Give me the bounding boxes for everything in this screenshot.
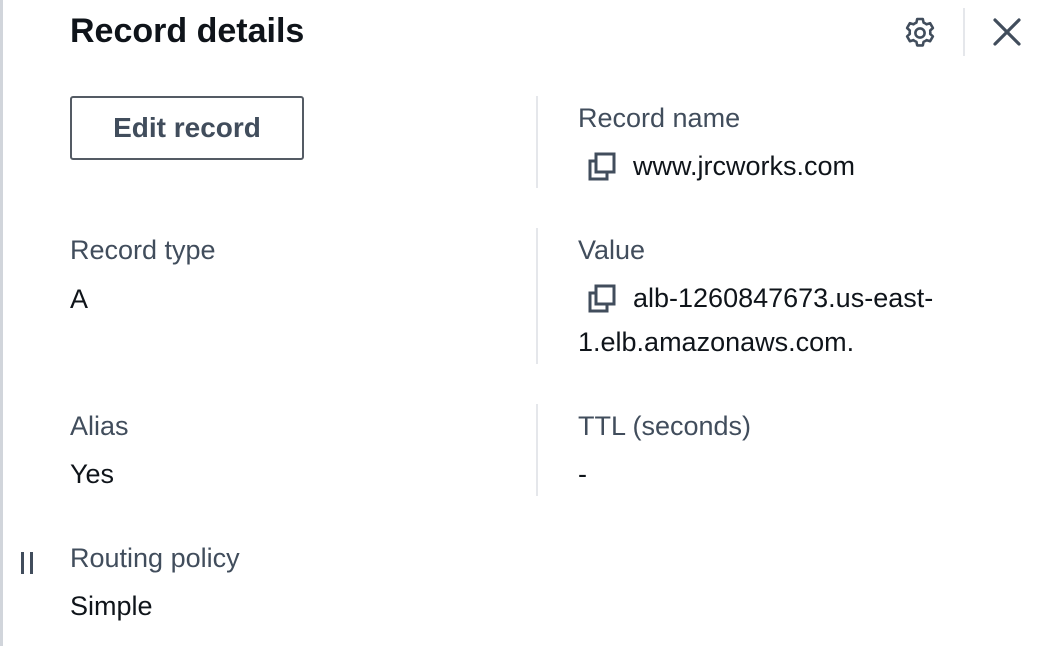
record-name-value: www.jrcworks.com: [633, 151, 856, 181]
routing-policy-label: Routing policy: [70, 543, 240, 573]
gear-icon: [905, 17, 935, 47]
record-details-panel: Record details Edit record Record name w…: [0, 0, 1062, 646]
edit-record-button[interactable]: Edit record: [70, 96, 304, 160]
settings-button[interactable]: [901, 14, 939, 52]
value-label: Value: [578, 235, 646, 265]
ttl-label: TTL (seconds): [578, 411, 752, 441]
column-divider: [536, 404, 538, 496]
column-divider: [536, 228, 538, 364]
routing-policy-value: Simple: [70, 591, 153, 621]
page-title: Record details: [70, 12, 305, 50]
value-text-line2: 1.elb.amazonaws.com.: [578, 327, 855, 357]
resize-handle-icon[interactable]: [17, 549, 37, 577]
copy-icon[interactable]: [587, 152, 617, 182]
ttl-value: -: [578, 459, 587, 489]
record-name-label: Record name: [578, 103, 741, 133]
close-icon: [993, 18, 1021, 46]
record-type-value: A: [70, 284, 89, 314]
record-type-label: Record type: [70, 235, 216, 265]
alias-value: Yes: [70, 459, 115, 489]
close-button[interactable]: [987, 12, 1027, 52]
alias-label: Alias: [70, 411, 129, 441]
header-divider: [963, 8, 965, 56]
column-divider: [536, 96, 538, 188]
value-text-line1: alb-1260847673.us-east-: [633, 283, 934, 313]
copy-icon[interactable]: [587, 284, 617, 314]
